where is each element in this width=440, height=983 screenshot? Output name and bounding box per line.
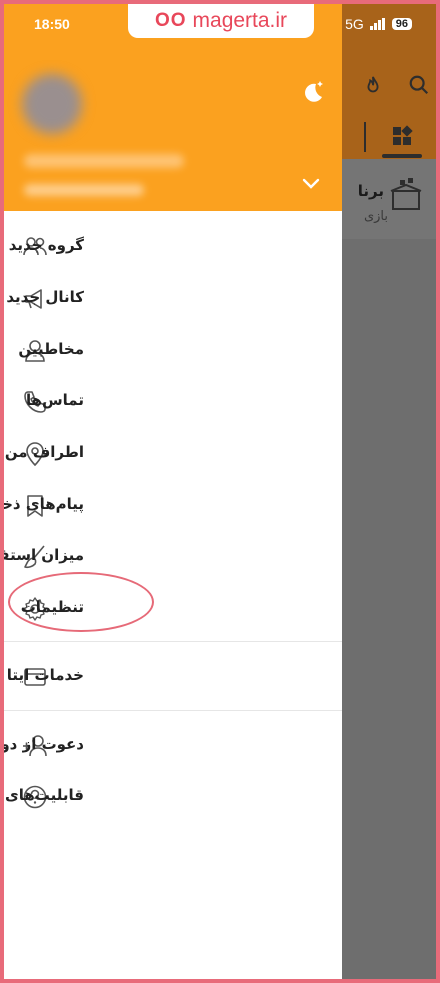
chat-title: برنا (357, 182, 384, 200)
avatar[interactable] (22, 74, 82, 134)
menu-item-calls[interactable]: تماس‌ها (4, 377, 342, 427)
menu-item-invite-friends[interactable]: دعوت از دوستان (4, 721, 342, 771)
moon-icon[interactable] (300, 78, 326, 104)
fire-icon[interactable] (362, 74, 384, 98)
menu-item-label: گروه جدید (8, 236, 84, 254)
menu-item-label: پیام‌های ذخیره شده (4, 495, 84, 513)
gift-icon (390, 178, 422, 210)
search-icon[interactable] (408, 74, 430, 96)
navigation-drawer: گروه جدید کانال جدید مخاطبین تماس‌ها اطر… (4, 4, 342, 979)
battery-level: 96 (391, 18, 412, 30)
menu-item-saved-messages[interactable]: پیام‌های ذخیره شده (4, 481, 342, 531)
menu-item-label: کانال جدید (6, 288, 84, 306)
divider (4, 710, 342, 711)
menu-item-eitaa-features[interactable]: قابلیت‌های ایتا (4, 772, 342, 822)
menu-item-label: تماس‌ها (25, 391, 84, 409)
tab-divider (364, 122, 366, 152)
menu-item-contacts[interactable]: مخاطبین (4, 326, 342, 376)
menu-item-label: اطراف من (4, 443, 84, 461)
menu-item-label: مخاطبین (18, 340, 84, 358)
screen: برنا بازی گروه جدید کانال جدید مخاطبین ت… (4, 4, 436, 979)
apps-icon[interactable] (390, 124, 414, 148)
watermark-banner: OO magerta.ir (128, 4, 314, 38)
menu-item-label: قابلیت‌های ایتا (4, 786, 84, 804)
menu-item-label: دعوت از دوستان (4, 735, 84, 753)
tab-indicator (382, 154, 422, 158)
menu-item-nearby[interactable]: اطراف من (4, 429, 342, 479)
chevron-down-icon[interactable] (300, 172, 322, 194)
signal-icon (369, 18, 385, 30)
network-type: 5G (345, 16, 364, 32)
menu-item-label: میزان استفاده از حافظه (4, 546, 84, 564)
user-phone (24, 184, 144, 196)
chat-subtitle: بازی (363, 209, 388, 224)
menu-item-eitaa-services[interactable]: خدمات ایتا (4, 652, 342, 702)
watermark-logo: OO (154, 10, 187, 31)
user-name (24, 154, 184, 168)
menu-item-label: خدمات ایتا (6, 666, 84, 684)
watermark-text: magerta.ir (192, 9, 288, 32)
menu-item-new-group[interactable]: گروه جدید (4, 222, 342, 272)
divider (4, 641, 342, 642)
status-time: 18:50 (34, 16, 70, 32)
menu-item-new-channel[interactable]: کانال جدید (4, 274, 342, 324)
settings-highlight-circle (8, 572, 154, 632)
